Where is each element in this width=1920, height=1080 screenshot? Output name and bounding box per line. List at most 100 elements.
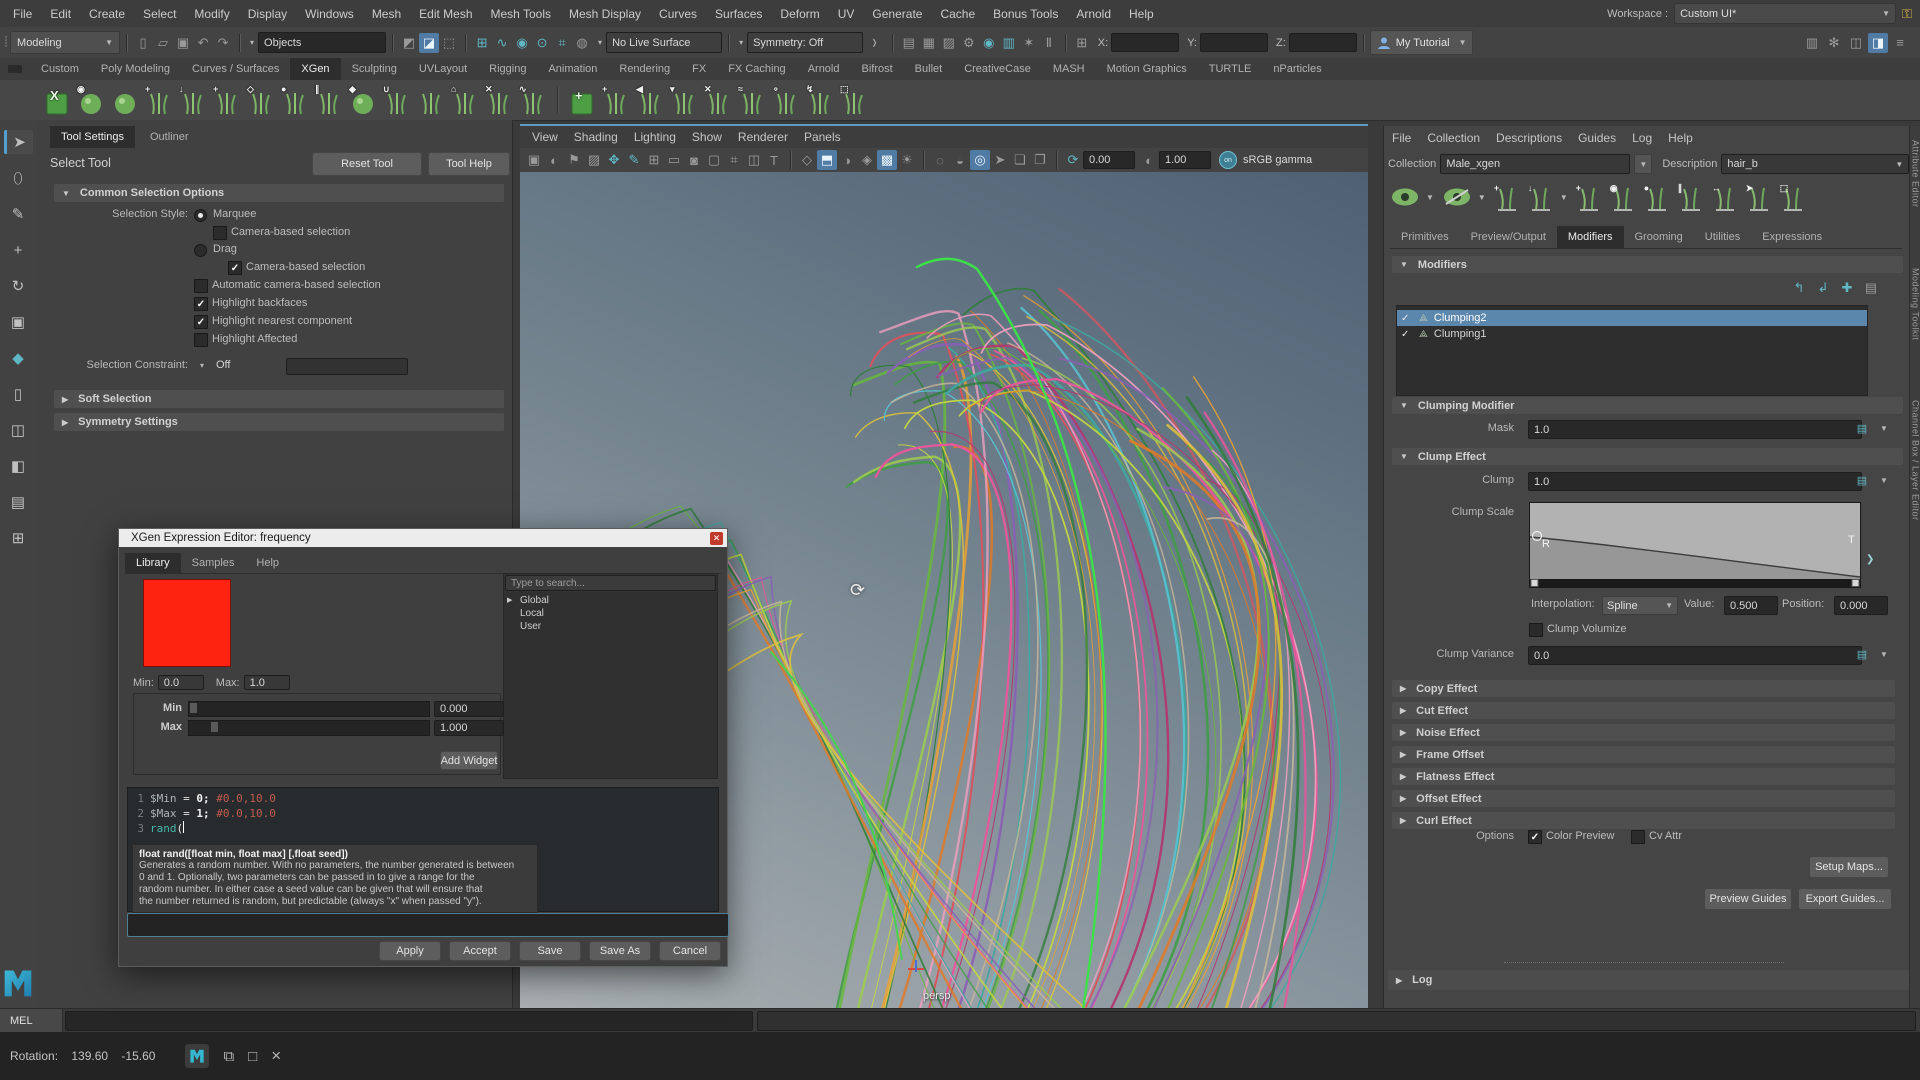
create-guide-shelf-icon[interactable]: + — [212, 84, 242, 116]
viewport-menu-panels[interactable]: Panels — [796, 130, 849, 144]
pause-viewport-icon[interactable]: Ⅱ — [1039, 33, 1059, 53]
panel-splitter[interactable] — [1504, 962, 1784, 966]
xgen-tab-primitives[interactable]: Primitives — [1390, 226, 1460, 248]
modifiers-section-header[interactable]: ▼Modifiers — [1392, 256, 1903, 273]
user-account-button[interactable]: My Tutorial ▼ — [1370, 30, 1474, 55]
weave-primitives-shelf-icon[interactable]: ◆ — [348, 84, 378, 116]
selection-filter-field[interactable]: Objects — [258, 32, 386, 53]
move-tool-icon[interactable]: + — [5, 238, 31, 262]
guide-display-tool-icon[interactable]: ◉ — [1610, 183, 1636, 211]
add-widget-button[interactable]: Add Widget — [440, 751, 498, 770]
curl-effect-header[interactable]: ▶Curl Effect — [1392, 812, 1895, 829]
modifier-enabled-checkbox[interactable]: ✓ — [1401, 329, 1413, 340]
x-input[interactable] — [1111, 33, 1179, 52]
y-input[interactable] — [1200, 33, 1268, 52]
export-guides-button[interactable]: Export Guides... — [1798, 888, 1892, 910]
code-line-3[interactable]: 3rand( — [128, 821, 718, 836]
restore-window-icon[interactable]: ⧉ — [223, 1048, 234, 1065]
workspace-selector[interactable]: Custom UI* ▼ — [1674, 3, 1896, 24]
xray-icon[interactable]: ❏ — [1010, 150, 1030, 170]
ig-noise-brush-shelf-icon[interactable]: ≈ — [737, 84, 767, 116]
render-view-icon[interactable]: ▤ — [899, 33, 919, 53]
shelf-tab-custom[interactable]: Custom — [30, 58, 90, 80]
maximize-window-icon[interactable]: □ — [248, 1048, 257, 1065]
min-slider[interactable] — [188, 701, 430, 717]
expression-tab-help[interactable]: Help — [245, 553, 290, 573]
collection-chevron-icon[interactable]: ▼ — [1634, 154, 1652, 174]
ig-sculpt-brush-shelf-icon[interactable]: ◀ — [635, 84, 665, 116]
select-objects-icon[interactable]: ◪ — [419, 33, 439, 53]
export-patch-shelf-icon[interactable]: ∪ — [382, 84, 412, 116]
snap-curve-icon[interactable]: ∿ — [492, 33, 512, 53]
ig-region-shelf-icon[interactable]: ⬚ — [839, 84, 869, 116]
drag-radio[interactable] — [194, 244, 207, 257]
expression-tab-library[interactable]: Library — [125, 553, 181, 573]
gain-input[interactable]: 1.00 — [1159, 151, 1211, 169]
save-scene-icon[interactable]: ▣ — [173, 33, 193, 53]
library-tree-item-global[interactable]: ▶Global — [504, 594, 717, 607]
groomable-spline-shelf-icon[interactable] — [416, 84, 446, 116]
open-scene-icon[interactable]: ▱ — [153, 33, 173, 53]
close-icon[interactable]: ✕ — [710, 532, 723, 545]
add-guide-shelf-icon[interactable]: + — [144, 84, 174, 116]
menu-file[interactable]: File — [4, 7, 41, 21]
objects-filter-chevron-icon[interactable]: ▾ — [250, 38, 254, 47]
maya-app-taskbar-icon[interactable] — [185, 1044, 209, 1068]
shadows-icon[interactable]: ◒ — [950, 150, 970, 170]
tree-expander-icon[interactable]: ▶ — [507, 596, 512, 604]
xgen-expression-editor-dialog[interactable]: XGen Expression Editor: frequency ✕ Libr… — [118, 528, 728, 967]
dialog-titlebar[interactable]: XGen Expression Editor: frequency ✕ — [119, 529, 727, 547]
redo-icon[interactable]: ↷ — [213, 33, 233, 53]
panel-tab-tool-settings[interactable]: Tool Settings — [50, 126, 135, 148]
snap-grid-icon[interactable]: ⊞ — [472, 33, 492, 53]
modifier-item-clumping2[interactable]: ✓⟁Clumping2 — [1397, 310, 1867, 326]
import-guides-shelf-icon[interactable]: ↓ — [178, 84, 208, 116]
close-window-icon[interactable]: × — [271, 1046, 281, 1066]
single-pane-layout-icon[interactable]: ▯ — [5, 382, 31, 406]
safe-title-icon[interactable]: T — [764, 150, 784, 170]
ipr-render-icon[interactable]: ▨ — [939, 33, 959, 53]
highlight-nearest-checkbox[interactable] — [194, 315, 208, 329]
move-modifier-down-icon[interactable]: ↲ — [1813, 278, 1833, 298]
menu-mesh-tools[interactable]: Mesh Tools — [482, 7, 560, 21]
selection-constraint-chevron-icon[interactable]: ▾ — [200, 361, 204, 370]
viewport-menu-view[interactable]: View — [524, 130, 566, 144]
arnold-render-icon[interactable]: ✶ — [1019, 33, 1039, 53]
shelf-tab-fx[interactable]: FX — [681, 58, 717, 80]
make-live-icon[interactable]: ◍ — [572, 33, 592, 53]
marquee-radio[interactable] — [194, 209, 207, 222]
shelf-tab-xgen[interactable]: XGen — [290, 58, 340, 80]
image-plane-icon[interactable]: ▨ — [584, 150, 604, 170]
menu-set-selector[interactable]: Modeling ▼ — [10, 31, 120, 54]
snap-view-plane-icon[interactable]: ⌗ — [552, 33, 572, 53]
ig-comb-brush-shelf-icon[interactable]: ▾ — [669, 84, 699, 116]
shelf-tab-fx-caching[interactable]: FX Caching — [717, 58, 796, 80]
expression-tab-samples[interactable]: Samples — [181, 553, 246, 573]
cv-attr-checkbox[interactable] — [1631, 830, 1645, 844]
shelf-tab-creativecase[interactable]: CreativeCase — [953, 58, 1042, 80]
lock-guides-shelf-icon[interactable]: ● — [280, 84, 310, 116]
absolute-transform-icon[interactable]: ⊞ — [1072, 33, 1092, 53]
min-slider-value[interactable]: 0.000 — [434, 701, 504, 717]
menu-edit-mesh[interactable]: Edit Mesh — [410, 7, 481, 21]
region-tool-icon[interactable]: ⬚ — [1780, 183, 1806, 211]
menu-mesh[interactable]: Mesh — [363, 7, 410, 21]
ig-wind-shelf-icon[interactable]: ↯ — [805, 84, 835, 116]
ig-pose-shelf-icon[interactable]: ⚬ — [771, 84, 801, 116]
max-slider-value[interactable]: 1.000 — [434, 720, 504, 736]
library-tree-item-user[interactable]: User — [504, 620, 717, 633]
apply-button[interactable]: Apply — [379, 941, 441, 961]
film-gate-icon[interactable]: ▭ — [664, 150, 684, 170]
menu-windows[interactable]: Windows — [296, 7, 363, 21]
symmetry-chevron-icon[interactable]: ▾ — [739, 38, 743, 47]
camera-bookmark-icon[interactable]: ⚑ — [564, 150, 584, 170]
ig-add-guide-shelf-icon[interactable]: + — [601, 84, 631, 116]
menu-bonus-tools[interactable]: Bonus Tools — [984, 7, 1067, 21]
new-scene-icon[interactable]: ▯ — [133, 33, 153, 53]
xgen-tab-modifiers[interactable]: Modifiers — [1557, 226, 1624, 248]
material-override-icon[interactable]: ◈ — [857, 150, 877, 170]
menu-deform[interactable]: Deform — [771, 7, 828, 21]
expression-input-line[interactable] — [127, 913, 729, 937]
clumping-modifier-header[interactable]: ▼Clumping Modifier — [1392, 397, 1903, 414]
shelf-tab-motion-graphics[interactable]: Motion Graphics — [1096, 58, 1198, 80]
